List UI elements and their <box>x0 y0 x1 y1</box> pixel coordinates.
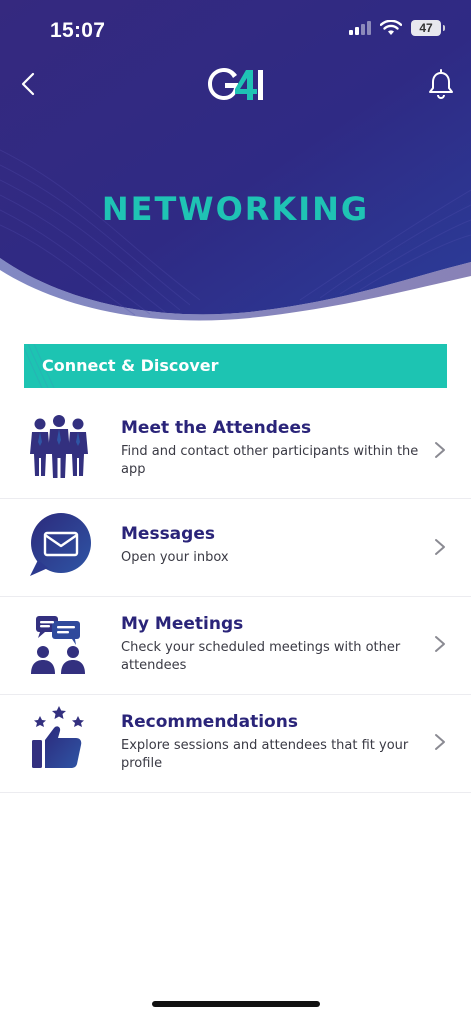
menu-item-title: Meet the Attendees <box>121 418 312 438</box>
battery-indicator: 47 <box>411 20 445 36</box>
menu-item-description: Open your inbox <box>121 550 229 565</box>
menu-item-messages[interactable]: Messages Open your inbox <box>0 498 471 597</box>
envelope-chat-icon <box>30 513 91 576</box>
meetings-icon <box>31 616 85 674</box>
menu-item-title: Messages <box>121 524 215 544</box>
home-indicator[interactable] <box>152 1001 320 1007</box>
thumbs-up-stars-icon <box>32 706 84 768</box>
menu-item-title: My Meetings <box>121 614 244 634</box>
status-bar: 15:07 47 <box>0 0 471 60</box>
section-header: Connect & Discover <box>24 344 447 388</box>
menu-item-description: Find and contact other participants with… <box>121 444 419 477</box>
notifications-button[interactable] <box>425 68 457 102</box>
status-icons: 47 <box>349 20 445 36</box>
bell-icon <box>429 69 453 99</box>
menu-item-description: Explore sessions and attendees that fit … <box>121 738 409 771</box>
menu-item-title: Recommendations <box>121 712 298 732</box>
hero-header: 15:07 47 NETWORKING <box>0 0 471 330</box>
menu-item-description: Check your scheduled meetings with other… <box>121 640 401 673</box>
wifi-icon <box>380 20 402 35</box>
menu-item-my-meetings[interactable]: My Meetings Check your scheduled meeting… <box>0 596 471 695</box>
chevron-right-icon <box>435 636 445 652</box>
back-button[interactable] <box>14 66 44 102</box>
menu-item-recommendations[interactable]: Recommendations Explore sessions and att… <box>0 694 471 793</box>
section-title: Connect & Discover <box>42 356 219 375</box>
status-time: 15:07 <box>50 19 106 42</box>
chevron-right-icon <box>435 539 445 555</box>
top-nav <box>0 62 471 106</box>
chevron-left-icon <box>21 72 35 96</box>
chevron-right-icon <box>435 734 445 750</box>
app-logo <box>208 68 263 100</box>
signal-icon <box>349 21 371 35</box>
attendees-icon <box>30 415 88 478</box>
chevron-right-icon <box>435 442 445 458</box>
menu-item-meet-attendees[interactable]: Meet the Attendees Find and contact othe… <box>0 400 471 499</box>
page-title: NETWORKING <box>101 190 370 228</box>
